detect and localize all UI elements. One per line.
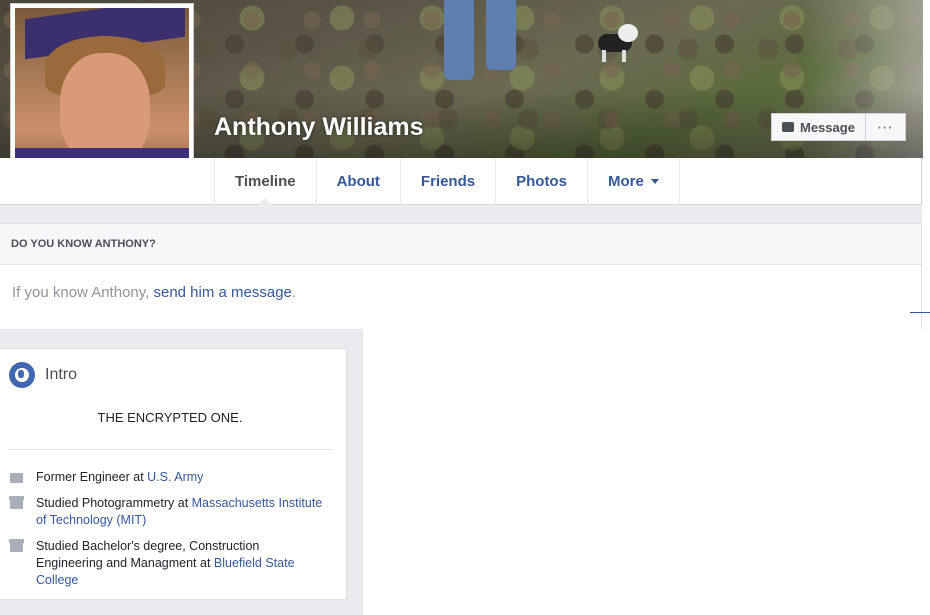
profile-name[interactable]: Anthony Williams	[214, 113, 424, 142]
more-options-button[interactable]: ···	[865, 113, 906, 141]
message-icon	[782, 122, 794, 132]
ellipsis-icon: ···	[877, 119, 894, 135]
tab-friends[interactable]: Friends	[399, 158, 495, 205]
globe-icon	[9, 362, 35, 388]
briefcase-icon	[10, 473, 23, 483]
intro-bio: THE ENCRYPTED ONE.	[97, 410, 243, 425]
intro-title: Intro	[45, 366, 78, 383]
cover-person-legs	[440, 0, 520, 80]
intro-item-education: Studied Bachelor's degree, Construction …	[9, 538, 329, 589]
graduation-cap-icon	[9, 539, 24, 552]
do-you-know-heading: DO YOU KNOW ANTHONY?	[0, 224, 921, 265]
intro-item-education: Studied Photogrammetry at Massachusetts …	[9, 495, 329, 529]
profile-nav: Timeline About Friends Photos More	[0, 158, 922, 206]
message-button-label: Message	[800, 119, 855, 135]
send-message-link[interactable]: send him a message	[153, 284, 291, 301]
intro-item-work: Former Engineer at U.S. Army	[9, 469, 329, 486]
message-button[interactable]: Message	[771, 113, 866, 141]
tab-timeline[interactable]: Timeline	[214, 158, 316, 206]
graduation-cap-icon	[9, 496, 24, 509]
cover-dog	[594, 22, 644, 62]
caret-down-icon	[650, 179, 659, 184]
do-you-know-text: If you know Anthony, send him a message.	[12, 284, 297, 301]
do-you-know-box: DO YOU KNOW ANTHONY? If you know Anthony…	[0, 223, 922, 329]
divider	[9, 449, 333, 450]
tab-more[interactable]: More	[586, 158, 680, 205]
tab-photos[interactable]: Photos	[495, 158, 587, 205]
tab-about[interactable]: About	[315, 158, 400, 205]
employer-link[interactable]: U.S. Army	[147, 470, 203, 484]
intro-card: Intro THE ENCRYPTED ONE. Former Engineer…	[0, 348, 347, 600]
